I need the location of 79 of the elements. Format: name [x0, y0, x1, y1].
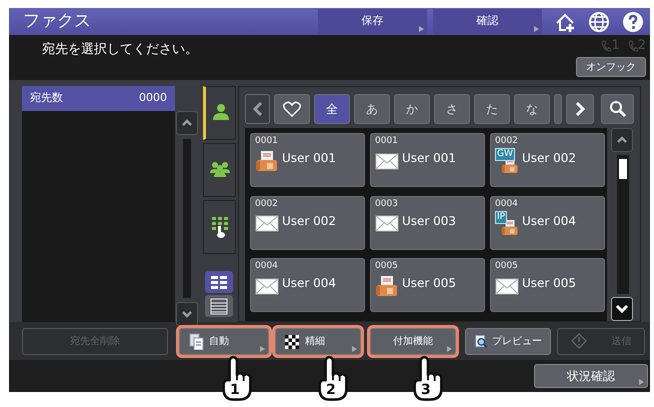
entry-number: 0004 — [255, 261, 279, 272]
protocol-label: IP — [495, 210, 508, 224]
heart-icon — [283, 100, 301, 116]
address-card[interactable]: 0001 User 001 — [370, 133, 485, 187]
source-tab[interactable] — [203, 86, 236, 140]
envelope-icon — [375, 213, 399, 234]
chevron-right-icon — [574, 100, 586, 116]
index-tab[interactable]: 全 — [314, 94, 350, 124]
screen-title: ファクス — [22, 10, 92, 33]
action-button[interactable]: プレビュー — [465, 328, 551, 354]
address-card[interactable]: 0005 User 005 — [490, 258, 605, 312]
checkerboard-icon — [284, 332, 300, 350]
entry-number: 0002 — [495, 136, 519, 147]
entry-number: 0002 — [255, 198, 279, 210]
scroll-down-button[interactable] — [611, 297, 634, 321]
document-icon — [188, 332, 204, 350]
address-card[interactable]: 0002 GW User 002 — [490, 133, 605, 187]
envelope-icon — [255, 276, 279, 296]
source-tab[interactable] — [203, 200, 236, 254]
contact-name: User 002 — [282, 212, 336, 230]
fax-machine-icon — [255, 150, 279, 171]
contact-name: User 005 — [402, 275, 456, 292]
step-number: 2 — [324, 382, 338, 398]
on-hook-button[interactable]: オンフック — [576, 57, 646, 77]
instruction-text: 宛先を選択してください。 — [41, 41, 198, 59]
contact-name: User 001 — [282, 150, 336, 167]
envelope-icon — [495, 276, 519, 296]
search-button[interactable] — [601, 94, 634, 124]
menu-button[interactable]: 確認 — [433, 9, 542, 34]
entry-number: 0005 — [375, 261, 399, 272]
envelope-icon — [255, 213, 279, 234]
index-tab[interactable]: た — [474, 94, 510, 124]
globe-icon[interactable] — [588, 10, 610, 32]
source-tab[interactable] — [203, 143, 236, 197]
contact-name: User 004 — [522, 212, 576, 230]
fax-machine-icon — [375, 276, 399, 296]
index-tab[interactable]: か — [394, 94, 430, 124]
address-card[interactable]: 0004 User 004 — [250, 258, 365, 312]
entry-number: 0004 — [495, 198, 519, 210]
entry-number: 0003 — [375, 198, 399, 210]
help-icon[interactable] — [622, 10, 644, 32]
grid-view-icon — [210, 274, 228, 290]
step-number: 1 — [228, 382, 242, 398]
status-button[interactable]: 状況確認 — [534, 364, 648, 388]
search-icon — [608, 100, 626, 118]
envelope-icon — [375, 150, 399, 171]
address-card[interactable]: 0001 User 001 — [250, 133, 365, 187]
menu-button[interactable]: 保存 — [318, 9, 427, 34]
view-toggle[interactable] — [205, 271, 233, 293]
address-card[interactable]: 0003 User 003 — [370, 196, 485, 250]
index-tab[interactable]: あ — [354, 94, 390, 124]
magnifier-document-icon — [474, 332, 487, 350]
next-button[interactable] — [566, 94, 594, 124]
entry-number: 0005 — [495, 261, 519, 272]
protocol-label: GW — [495, 148, 515, 161]
address-card[interactable]: 0005 User 005 — [370, 258, 485, 312]
contact-name: User 005 — [522, 275, 576, 292]
view-toggle[interactable] — [205, 295, 233, 317]
index-tab[interactable]: な — [514, 94, 550, 124]
scroll-up-button[interactable] — [176, 111, 198, 135]
previous-button[interactable] — [245, 94, 270, 124]
contact-name: User 001 — [402, 150, 456, 167]
address-card[interactable]: 0004 IP User 004 — [490, 196, 605, 250]
index-tab[interactable]: さ — [434, 94, 470, 124]
favorites-tab[interactable] — [274, 94, 310, 124]
contact-name: User 003 — [402, 212, 456, 230]
chevron-left-icon — [252, 100, 264, 116]
contact-name: User 004 — [282, 275, 336, 292]
entry-number: 0001 — [255, 136, 279, 147]
contact-name: User 002 — [522, 150, 576, 167]
diamond-icon — [570, 332, 586, 350]
list-view-icon — [210, 298, 228, 314]
entry-number: 0001 — [375, 136, 399, 147]
recipient-count-label: 宛先数 — [30, 90, 63, 106]
scroll-up-button[interactable] — [611, 128, 634, 152]
step-number: 3 — [419, 382, 433, 398]
recipient-count: 0000 — [139, 90, 167, 106]
address-card[interactable]: 0002 User 002 — [250, 196, 365, 250]
scroll-thumb[interactable] — [619, 159, 628, 179]
